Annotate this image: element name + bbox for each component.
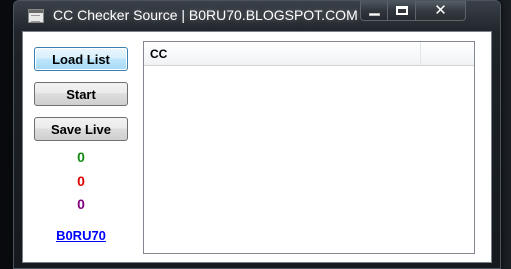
list-body[interactable] [144, 66, 474, 253]
live-count: 0 [77, 149, 85, 165]
minimize-button[interactable] [360, 1, 388, 21]
column-header-cc[interactable]: CC [144, 42, 421, 65]
title-bar[interactable]: CC Checker Source | B0RU70.BLOGSPOT.COM … [14, 1, 500, 31]
cc-list-view[interactable]: CC [143, 41, 475, 254]
app-window-icon[interactable] [28, 9, 44, 23]
window-title: CC Checker Source | B0RU70.BLOGSPOT.COM [53, 7, 358, 23]
app-window: CC Checker Source | B0RU70.BLOGSPOT.COM … [13, 0, 501, 269]
client-area: Load List Start Save Live 0 0 0 B0RU70 C… [22, 31, 492, 263]
close-button[interactable]: ✕ [416, 1, 466, 21]
maximize-icon [395, 6, 408, 15]
start-button[interactable]: Start [34, 82, 128, 106]
dead-count: 0 [77, 173, 85, 189]
unknown-count: 0 [77, 196, 85, 212]
caption-buttons: ✕ [360, 1, 466, 21]
load-list-button[interactable]: Load List [34, 47, 128, 71]
column-header-filler[interactable] [421, 42, 474, 65]
blog-link[interactable]: B0RU70 [23, 228, 139, 243]
maximize-button[interactable] [388, 1, 416, 21]
save-live-button[interactable]: Save Live [34, 117, 128, 141]
close-icon: ✕ [434, 1, 447, 19]
list-header: CC [144, 42, 474, 66]
minimize-icon [368, 13, 380, 16]
